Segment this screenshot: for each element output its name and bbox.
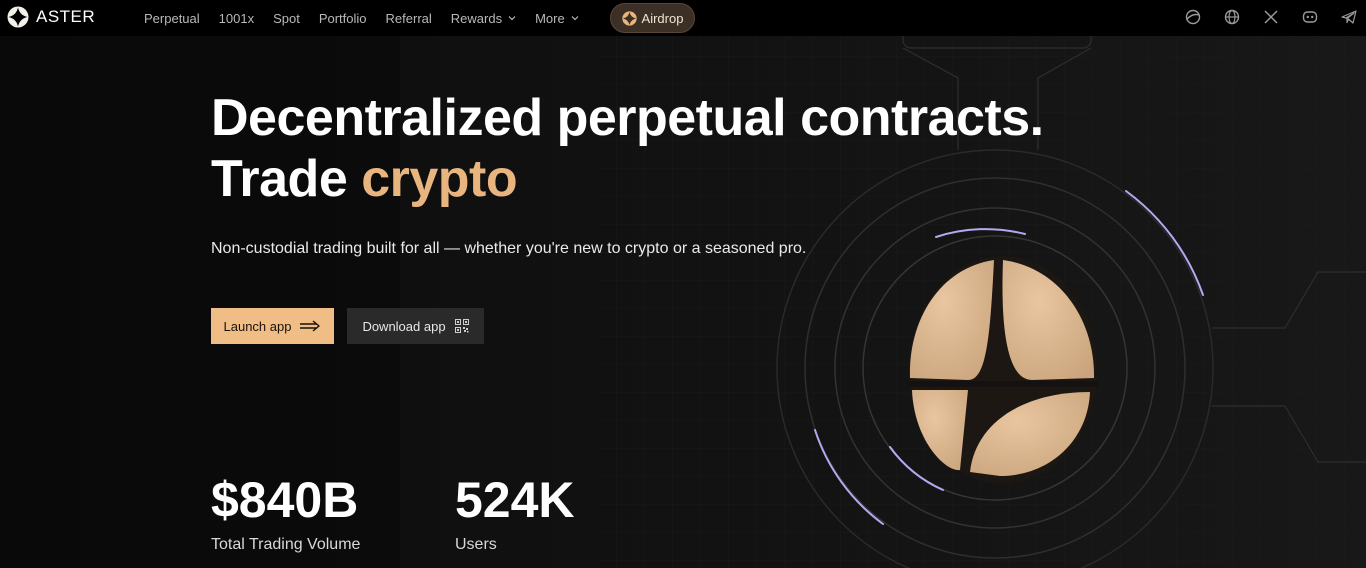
nav-1001x[interactable]: 1001x <box>219 11 254 26</box>
stat-label: Users <box>455 536 497 553</box>
arrow-right-icon <box>300 320 321 332</box>
main-nav: Perpetual 1001x Spot Portfolio Referral … <box>144 0 598 36</box>
discord-icon[interactable] <box>1301 8 1319 26</box>
nav-label: Spot <box>273 10 300 26</box>
download-app-label: Download app <box>362 318 446 334</box>
nav-rewards-dropdown[interactable]: Rewards <box>451 11 516 26</box>
aster-logo-icon <box>7 6 29 28</box>
qr-code-icon <box>454 319 469 333</box>
chevron-down-icon <box>508 16 516 21</box>
download-app-button[interactable]: Download app <box>347 308 484 344</box>
hero-headline-prefix: Trade <box>211 150 362 208</box>
theme-toggle-icon[interactable] <box>1184 8 1202 26</box>
nav-more-dropdown[interactable]: More <box>535 11 579 26</box>
stat-value: $840B <box>211 472 359 528</box>
brand-logo[interactable]: ASTER <box>7 6 95 28</box>
brand-name: ASTER <box>36 7 96 26</box>
hero-subtitle: Non-custodial trading built for all — wh… <box>211 240 807 257</box>
nav-portfolio[interactable]: Portfolio <box>319 11 367 26</box>
hero-headline-accent: crypto <box>361 150 518 208</box>
nav-label: Perpetual <box>144 10 200 26</box>
stat-users: 524K Users <box>455 470 575 554</box>
top-nav-bar: ASTER Perpetual 1001x Spot Portfolio Ref… <box>0 0 1366 36</box>
airdrop-button[interactable]: Airdrop <box>610 3 695 33</box>
globe-icon[interactable] <box>1223 8 1241 26</box>
hero-background-graphic <box>0 0 1366 568</box>
stat-trading-volume: $840B Total Trading Volume <box>211 470 360 554</box>
hero-headline-line2: Trade crypto <box>211 149 1044 210</box>
nav-referral[interactable]: Referral <box>386 11 432 26</box>
nav-perpetual[interactable]: Perpetual <box>144 11 200 26</box>
x-icon[interactable] <box>1262 8 1280 26</box>
stat-value: 524K <box>455 472 575 528</box>
chevron-down-icon <box>571 16 579 21</box>
hero-headline-line1: Decentralized perpetual contracts. <box>211 89 1044 147</box>
stat-label: Total Trading Volume <box>211 536 361 553</box>
nav-label: Referral <box>385 10 432 26</box>
airdrop-label: Airdrop <box>641 10 684 26</box>
social-links <box>1163 8 1358 26</box>
hero-headline: Decentralized perpetual contracts. Trade… <box>211 88 1044 210</box>
aster-coin-graphic <box>908 256 1098 484</box>
nav-label: More <box>535 10 565 26</box>
nav-spot[interactable]: Spot <box>273 11 300 26</box>
aster-logo-icon <box>621 10 637 26</box>
nav-label: Portfolio <box>318 10 367 26</box>
telegram-icon[interactable] <box>1340 8 1358 26</box>
nav-label: Rewards <box>450 10 503 26</box>
nav-label: 1001x <box>218 10 255 26</box>
launch-app-button[interactable]: Launch app <box>211 308 334 344</box>
launch-app-label: Launch app <box>223 318 292 334</box>
